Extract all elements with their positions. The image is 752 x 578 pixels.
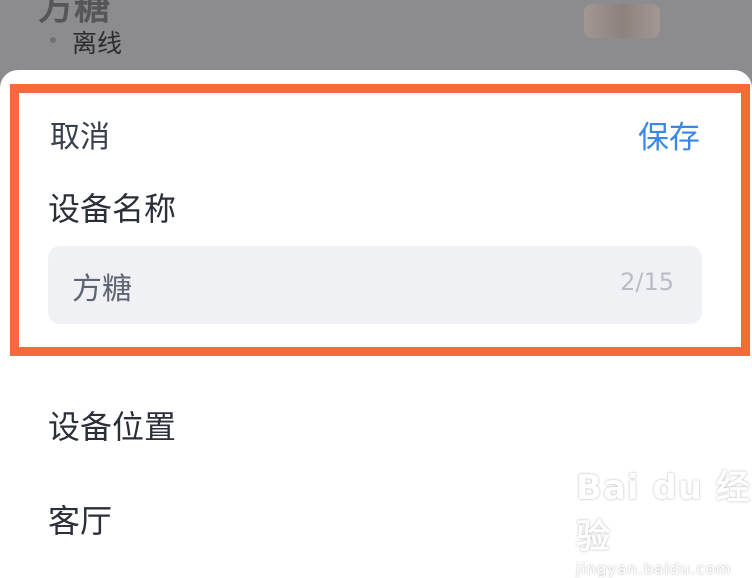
- device-location-label: 设备位置: [48, 408, 177, 446]
- background-device-status: 离线: [72, 29, 123, 58]
- watermark-text: Bai du 经验: [576, 468, 751, 557]
- offline-status-dot: [50, 37, 56, 43]
- device-thumbnail: [584, 4, 660, 38]
- device-location-value[interactable]: 客厅: [48, 496, 112, 542]
- baidu-jingyan-watermark: Bai du 经验 jingyan.baidu.com: [576, 460, 752, 578]
- watermark-url: jingyan.baidu.com: [576, 560, 732, 578]
- highlight-annotation-box: [10, 84, 750, 356]
